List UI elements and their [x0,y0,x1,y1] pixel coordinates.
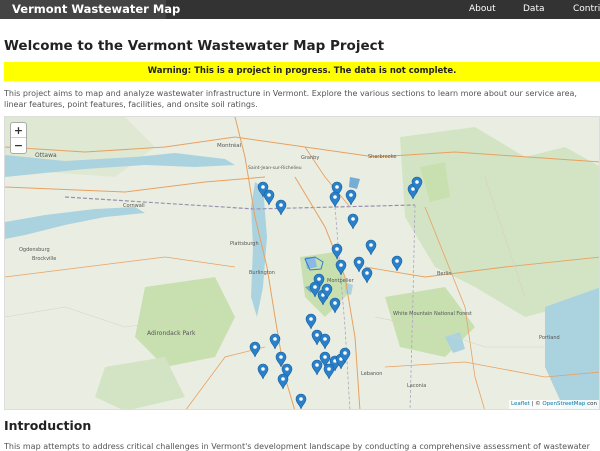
label-montreal: Montréal [217,142,242,149]
intro-paragraph: This project aims to map and analyze was… [4,89,577,109]
wastewater-map[interactable]: Ottawa Montréal Saint-Jean-sur-Richelieu… [4,116,600,410]
label-portland: Portland [539,335,560,341]
label-plattsburgh: Plattsburgh [230,241,259,247]
brand-logo[interactable]: Vermont Wastewater Map [0,0,180,19]
introduction-heading: Introduction [4,418,92,433]
warning-banner: Warning: This is a project in progress. … [4,62,600,81]
label-laconia: Laconia [407,383,426,389]
label-adirondack: Adirondack Park [147,330,196,337]
map-tiles: Ottawa Montréal Saint-Jean-sur-Richelieu… [5,117,599,409]
zoom-in-button[interactable]: + [11,123,26,138]
label-saint-jean: Saint-Jean-sur-Richelieu [248,165,302,171]
map-attribution: Leaflet | © OpenStreetMap con [509,400,599,409]
label-cornwall: Cornwall [123,203,145,209]
label-lebanon: Lebanon [361,371,382,377]
introduction-text: This map attempts to address critical ch… [4,442,590,451]
leaflet-link[interactable]: Leaflet [511,401,530,407]
label-montpelier: Montpelier [327,278,355,284]
top-navbar: Vermont Wastewater Map About Data Contri [0,0,600,19]
label-granby: Granby [301,155,319,161]
label-berlin: Berlin [437,271,452,277]
zoom-out-button[interactable]: − [11,138,26,153]
label-brockville: Brockville [32,256,56,262]
label-ogdensburg: Ogdensburg [19,247,50,253]
osm-link[interactable]: OpenStreetMap [542,401,585,407]
page-title: Welcome to the Vermont Wastewater Map Pr… [4,38,385,54]
label-sherbrooke: Sherbrooke [368,154,397,160]
label-white-mountain: White Mountain National Forest [393,311,472,317]
label-burlington: Burlington [249,270,275,276]
label-ottawa: Ottawa [35,152,57,159]
nav-about[interactable]: About [469,0,496,19]
zoom-control: + − [10,122,27,154]
nav-contribute[interactable]: Contri [573,0,600,19]
nav-data[interactable]: Data [523,0,545,19]
